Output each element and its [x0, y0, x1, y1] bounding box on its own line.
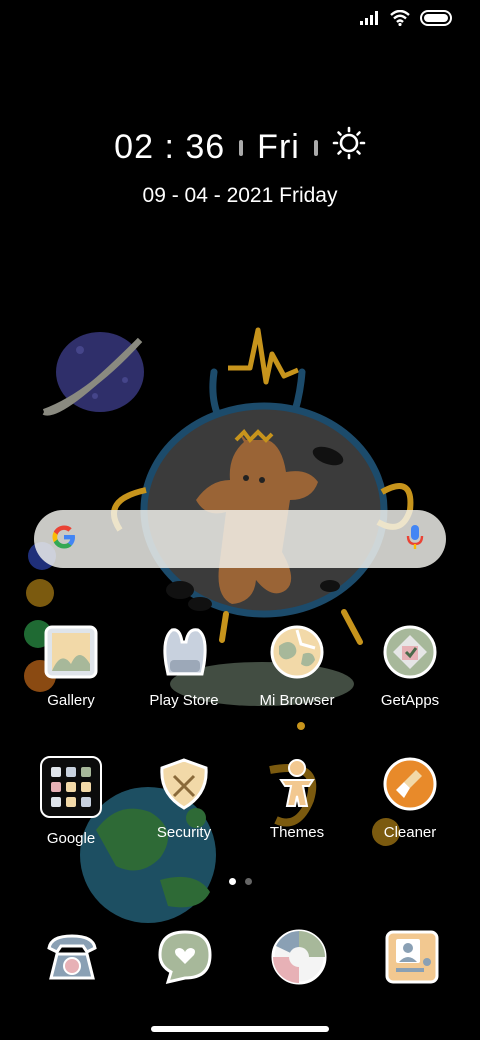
phone-icon	[47, 934, 97, 980]
app-play-store[interactable]: Play Store	[129, 624, 239, 709]
app-gallery[interactable]: Gallery	[16, 624, 126, 709]
app-label: Cleaner	[383, 824, 437, 841]
clock-hours: 02	[114, 128, 154, 166]
app-getapps[interactable]: GetApps	[355, 624, 465, 709]
google-logo-icon	[50, 523, 78, 556]
clock-day: Fri	[257, 128, 300, 166]
battery-icon	[420, 10, 452, 31]
home-screen: 02 : 36 Fri 09 - 04 - 2021 Friday Galler…	[0, 0, 480, 1040]
clock-divider	[239, 139, 244, 156]
search-bar[interactable]	[34, 510, 446, 568]
wallpaper-spark	[228, 327, 299, 385]
app-label: Google	[46, 830, 96, 847]
clock-widget[interactable]: 02 : 36 Fri	[0, 126, 480, 169]
play-store-icon	[156, 624, 212, 680]
getapps-icon	[382, 624, 438, 680]
google-folder-icon	[40, 756, 102, 818]
wifi-icon	[390, 9, 410, 31]
app-cleaner[interactable]: Cleaner	[355, 756, 465, 841]
camera-icon	[271, 929, 327, 985]
mic-icon[interactable]	[406, 523, 424, 556]
app-label: Mi Browser	[259, 692, 335, 709]
cleaner-icon	[382, 756, 438, 812]
sun-icon	[332, 126, 366, 169]
dock-phone[interactable]	[43, 928, 99, 984]
app-label: Security	[156, 824, 212, 841]
clock-divider	[313, 139, 318, 156]
messages-icon	[158, 930, 212, 985]
signal-icon	[360, 11, 380, 30]
app-security[interactable]: Security	[129, 756, 239, 841]
wallpaper-planet	[42, 332, 144, 416]
app-label: GetApps	[380, 692, 440, 709]
clock-time: 02 : 36	[114, 128, 225, 167]
app-mi-browser[interactable]: Mi Browser	[242, 624, 352, 709]
app-label: Themes	[269, 824, 325, 841]
app-themes[interactable]: Themes	[242, 756, 352, 841]
security-icon	[156, 756, 212, 812]
browser-icon	[269, 624, 325, 680]
home-gesture-bar[interactable]	[151, 1026, 329, 1032]
themes-icon	[269, 756, 325, 812]
page-dot	[244, 878, 252, 885]
dock-contacts[interactable]	[383, 928, 439, 984]
page-dot-active	[228, 878, 236, 885]
app-label: Play Store	[149, 692, 219, 709]
clock-separator: :	[164, 128, 175, 166]
app-label: Gallery	[47, 692, 95, 709]
clock-minutes: 36	[185, 128, 226, 166]
page-indicator	[0, 878, 480, 885]
dock-messages[interactable]	[156, 928, 212, 985]
clock-date: 09 - 04 - 2021 Friday	[142, 184, 338, 207]
status-bar	[360, 9, 452, 31]
dock-camera[interactable]	[270, 928, 327, 985]
contacts-icon	[385, 930, 439, 984]
gallery-icon	[43, 624, 99, 680]
app-google-folder[interactable]: Google	[16, 756, 126, 847]
